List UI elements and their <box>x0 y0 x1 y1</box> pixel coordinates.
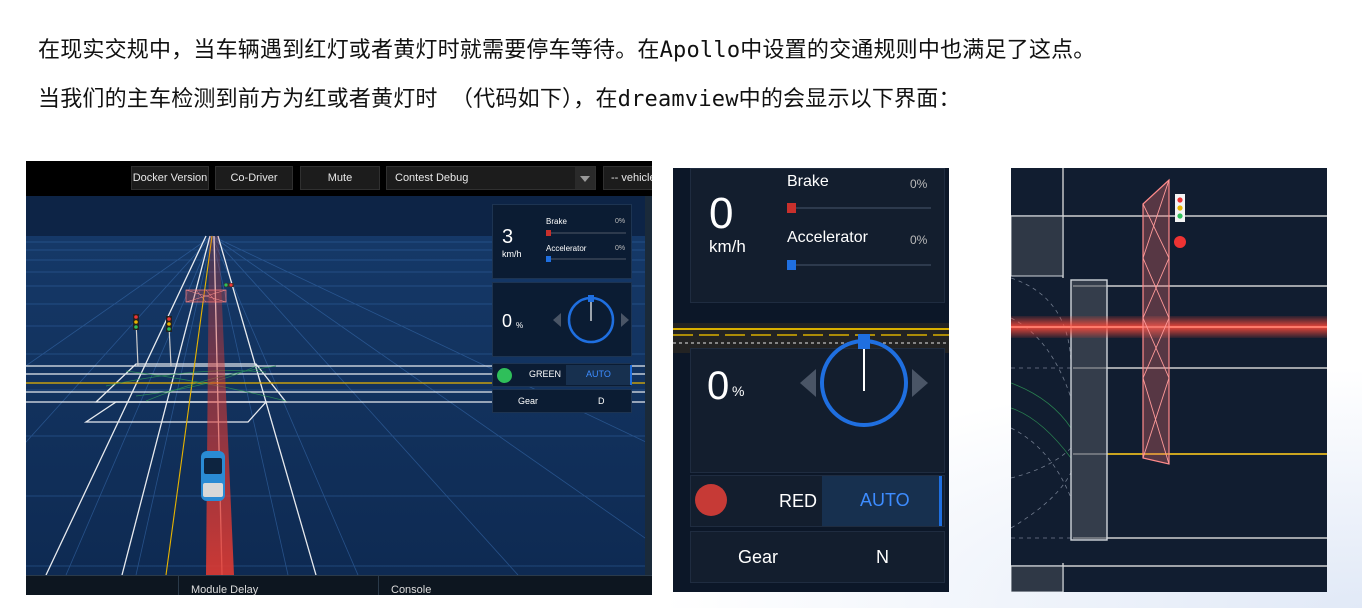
mute-button[interactable]: Mute <box>300 166 380 190</box>
co-driver-button[interactable]: Co-Driver <box>215 166 293 190</box>
tab-module-delay[interactable]: Module Delay <box>178 576 378 595</box>
docker-version-button[interactable]: Docker Version <box>131 166 209 190</box>
gear-label: Gear <box>738 547 779 567</box>
speed-unit: km/h <box>709 237 746 256</box>
dashboard-zoom-red: 0 km/h Brake 0% Accelerator 0% 0 % RED A… <box>673 168 949 592</box>
mode-select-value: Contest Debug <box>395 172 469 184</box>
signal-light-indicator <box>497 368 512 383</box>
brake-bar-marker <box>546 230 551 236</box>
chevron-right-icon <box>912 369 928 397</box>
steering-card: 0 % <box>690 334 945 473</box>
auto-mode-label: AUTO <box>586 369 611 379</box>
gear-label: Gear <box>518 396 539 406</box>
tab-empty[interactable] <box>26 576 178 595</box>
steering-card: 0 % <box>492 282 632 357</box>
brake-percent: 0% <box>910 177 928 191</box>
dreamview-screenshot-green: Docker Version Co-Driver Mute Contest De… <box>26 161 652 595</box>
auto-mode-label: AUTO <box>860 490 910 510</box>
tab-console[interactable]: Console <box>378 576 652 595</box>
signal-label: RED <box>779 491 818 511</box>
steering-value: 0 <box>707 364 730 408</box>
traffic-light-icon <box>1174 194 1186 248</box>
accelerator-bar-marker <box>787 260 796 270</box>
stop-line-zoom <box>1011 168 1327 592</box>
stop-line-scene <box>1011 168 1327 592</box>
accelerator-label: Accelerator <box>787 229 868 246</box>
vehicle-select[interactable]: -- vehicle <box>603 166 652 190</box>
brake-label: Brake <box>787 173 829 190</box>
chevron-left-icon <box>800 369 816 397</box>
brake-bar-marker <box>787 203 796 213</box>
steering-unit: % <box>732 383 745 399</box>
ego-vehicle <box>201 451 225 501</box>
steering-value: 0 <box>502 311 513 331</box>
brake-label: Brake <box>546 217 567 226</box>
steering-wheel-icon <box>553 295 629 344</box>
chevron-down-icon[interactable] <box>575 167 595 189</box>
speed-value: 3 <box>502 226 514 248</box>
bottom-tab-bar: Module Delay Console <box>26 575 652 595</box>
chevron-right-icon <box>621 313 629 327</box>
signal-mode-row: GREEN AUTO <box>492 363 632 387</box>
brake-bar-track <box>546 232 626 234</box>
speed-brake-card: 3 km/h Brake 0% Accelerator 0% <box>492 204 632 279</box>
gear-value: N <box>876 547 889 567</box>
chevron-left-icon <box>553 313 561 327</box>
signal-mode-row: RED AUTO <box>690 475 945 527</box>
steering-unit: % <box>516 321 524 330</box>
intro-line-2: 当我们的主车检测到前方为红或者黄灯时 （代码如下），在dreamview中的会显… <box>38 87 961 112</box>
accelerator-percent: 0% <box>910 233 928 247</box>
top-toolbar: Docker Version Co-Driver Mute Contest De… <box>26 161 652 196</box>
speed-value: 0 <box>709 189 734 238</box>
signal-light-indicator <box>695 484 727 516</box>
steering-wheel-icon <box>800 334 928 427</box>
accelerator-percent: 0% <box>615 245 626 252</box>
mode-select[interactable]: Contest Debug <box>386 166 596 190</box>
auto-mode-button[interactable]: AUTO <box>822 476 942 526</box>
signal-label: GREEN <box>529 369 562 379</box>
speed-brake-card: 0 km/h Brake 0% Accelerator 0% <box>690 168 945 303</box>
gear-value: D <box>598 396 605 406</box>
accelerator-bar-track <box>787 264 931 266</box>
speed-unit: km/h <box>502 249 522 259</box>
brake-percent: 0% <box>615 218 626 225</box>
accelerator-bar-marker <box>546 256 551 262</box>
accelerator-bar-track <box>546 258 626 260</box>
auto-mode-button[interactable]: AUTO <box>566 365 632 385</box>
scene-scrollbar[interactable] <box>645 196 652 575</box>
intro-line-1: 在现实交规中，当车辆遇到红灯或者黄灯时就需要停车等待。在Apollo中设置的交通… <box>38 38 1096 63</box>
accelerator-label: Accelerator <box>546 244 587 253</box>
brake-bar-track <box>787 207 931 209</box>
gear-row: Gear N <box>690 531 945 583</box>
gear-row: Gear D <box>492 389 632 413</box>
